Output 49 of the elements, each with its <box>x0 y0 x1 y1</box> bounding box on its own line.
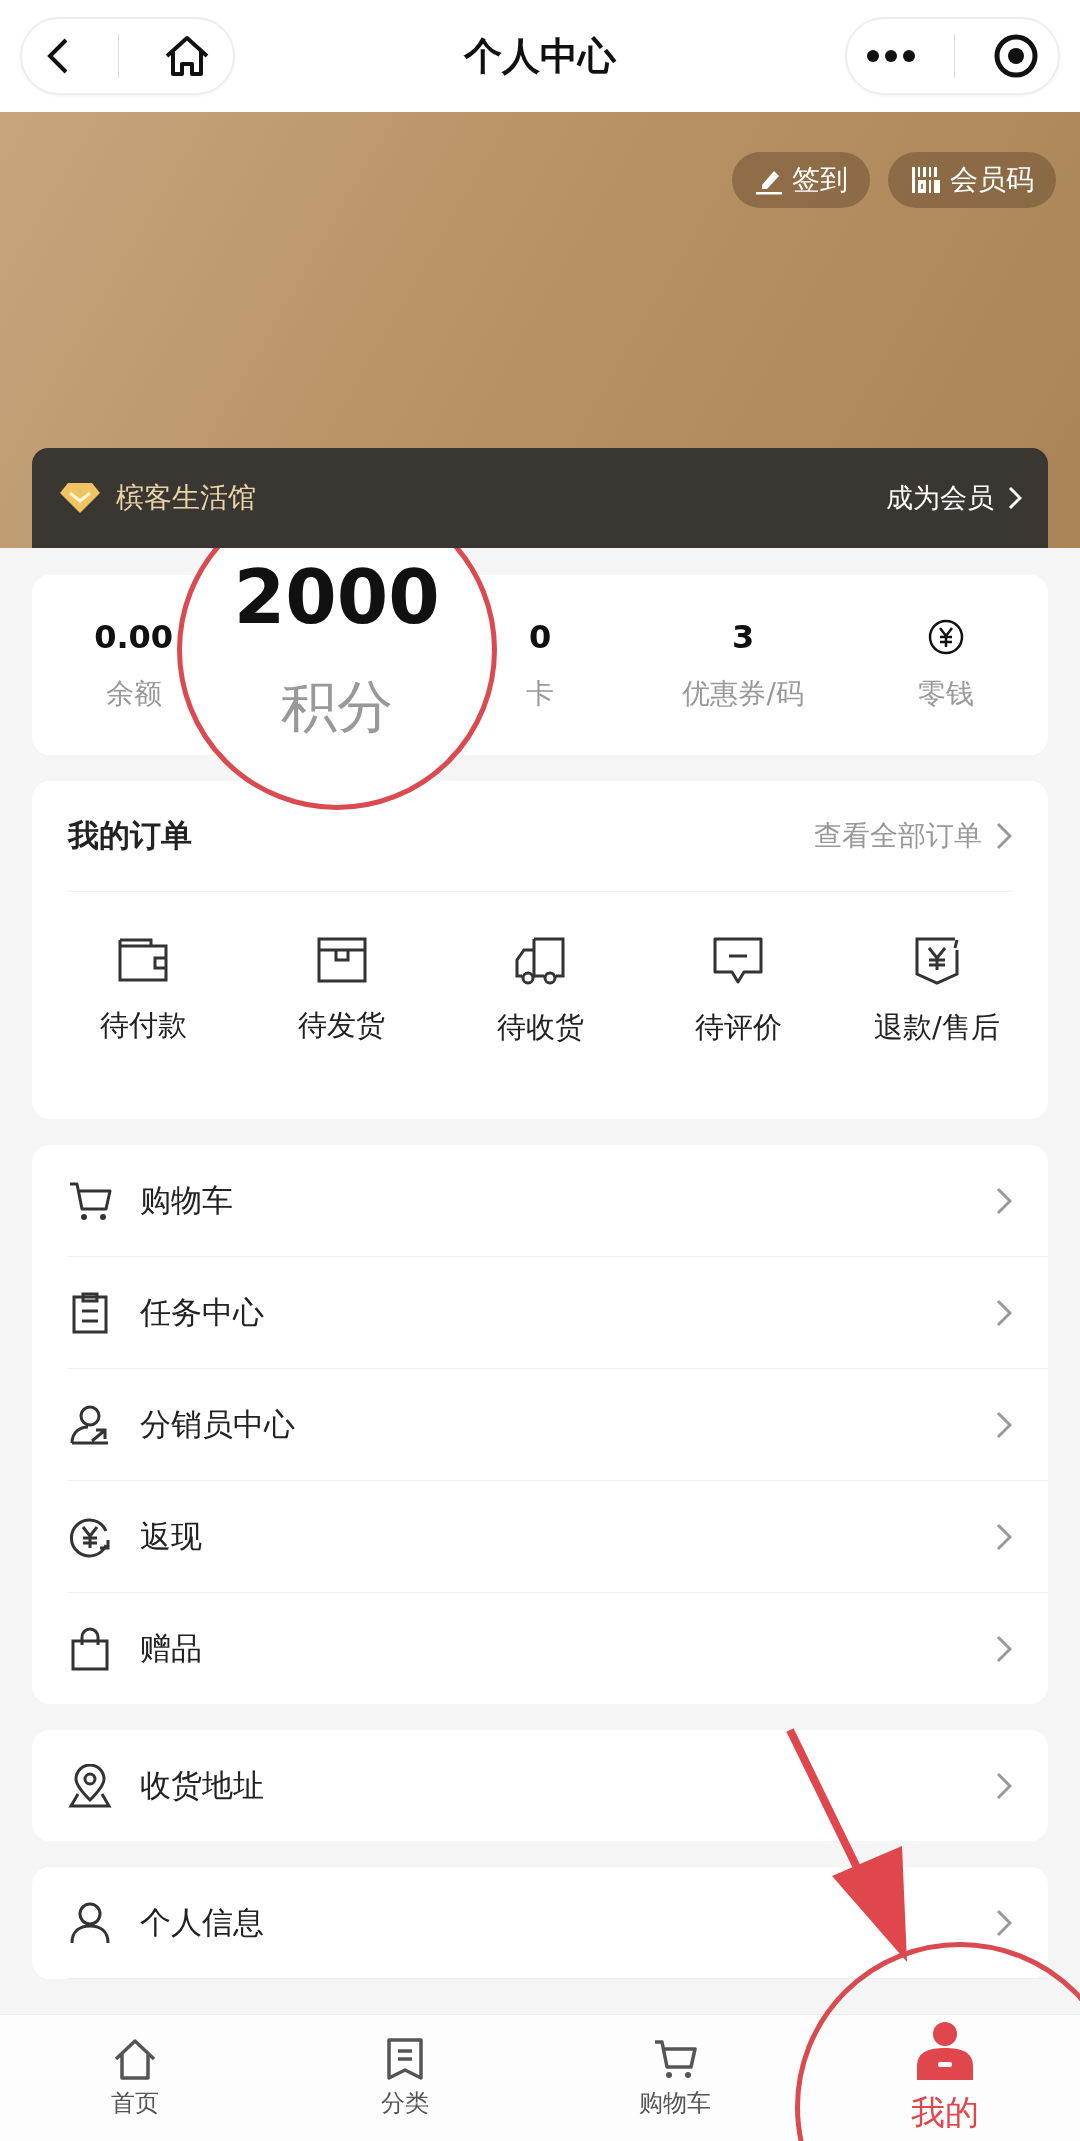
home-icon <box>113 2037 157 2081</box>
banner-button[interactable]: 签到 <box>732 152 870 208</box>
menu-item[interactable]: 收货地址 <box>140 1764 968 1807</box>
chevron-right-icon <box>996 1410 1012 1439</box>
tab-item[interactable]: 分类 <box>270 2015 540 2141</box>
page-title: 个人中心 <box>464 32 616 80</box>
list-icon <box>386 2037 424 2081</box>
orders-title: 我的订单 <box>68 816 193 855</box>
order-status-item[interactable]: 待评价 <box>639 936 838 1048</box>
chevron-right-icon <box>1008 486 1022 510</box>
chevron-right-icon <box>996 1908 1012 1937</box>
chevron-right-icon <box>996 822 1012 850</box>
chevron-right-icon <box>996 1298 1012 1327</box>
tab-item[interactable]: 首页 <box>0 2015 270 2141</box>
stat-value[interactable]: 0 <box>528 617 552 657</box>
tab-item[interactable]: 我的 <box>810 2015 1080 2141</box>
chevron-right-icon <box>996 1186 1012 1215</box>
stat-value[interactable]: 2000 <box>233 554 440 640</box>
chevron-right-icon <box>996 1771 1012 1800</box>
location-pin-icon <box>68 1763 112 1808</box>
store-name: 槟客生活馆 <box>116 480 257 516</box>
banner-button[interactable]: 会员码 <box>888 152 1056 208</box>
barcode-icon <box>910 165 942 195</box>
more-icon[interactable] <box>866 49 916 63</box>
menu-item[interactable]: 购物车 <box>140 1179 968 1222</box>
chevron-right-icon <box>996 1522 1012 1551</box>
tab-item[interactable]: 购物车 <box>540 2015 810 2141</box>
menu-item[interactable]: 任务中心 <box>140 1291 968 1334</box>
order-status-item[interactable]: 待收货 <box>440 936 640 1048</box>
stat-value[interactable]: 0.00 <box>94 617 174 657</box>
person-icon <box>68 1900 112 1945</box>
order-status-item[interactable]: 待发货 <box>242 936 441 1048</box>
menu-item[interactable]: 赠品 <box>140 1627 968 1670</box>
order-status-item[interactable]: 退款/售后 <box>837 936 1037 1048</box>
menu-item[interactable]: 返现 <box>140 1515 968 1558</box>
yen-coin-icon[interactable] <box>927 617 966 657</box>
truck-icon <box>514 936 566 986</box>
chevron-right-icon <box>996 1634 1012 1663</box>
wallet-icon <box>117 936 170 984</box>
order-status-item[interactable]: 待付款 <box>44 936 243 1048</box>
cart-icon <box>653 2037 697 2081</box>
menu-item[interactable]: 分销员中心 <box>140 1403 968 1446</box>
stat-value[interactable]: 3 <box>732 617 755 657</box>
comment-icon <box>712 936 765 986</box>
box-icon <box>315 936 368 984</box>
menu-item[interactable]: 个人信息 <box>140 1901 968 1944</box>
home-icon[interactable] <box>163 34 211 78</box>
join-member-link[interactable]: 成为会员 <box>886 480 994 516</box>
diamond-icon <box>58 481 102 515</box>
